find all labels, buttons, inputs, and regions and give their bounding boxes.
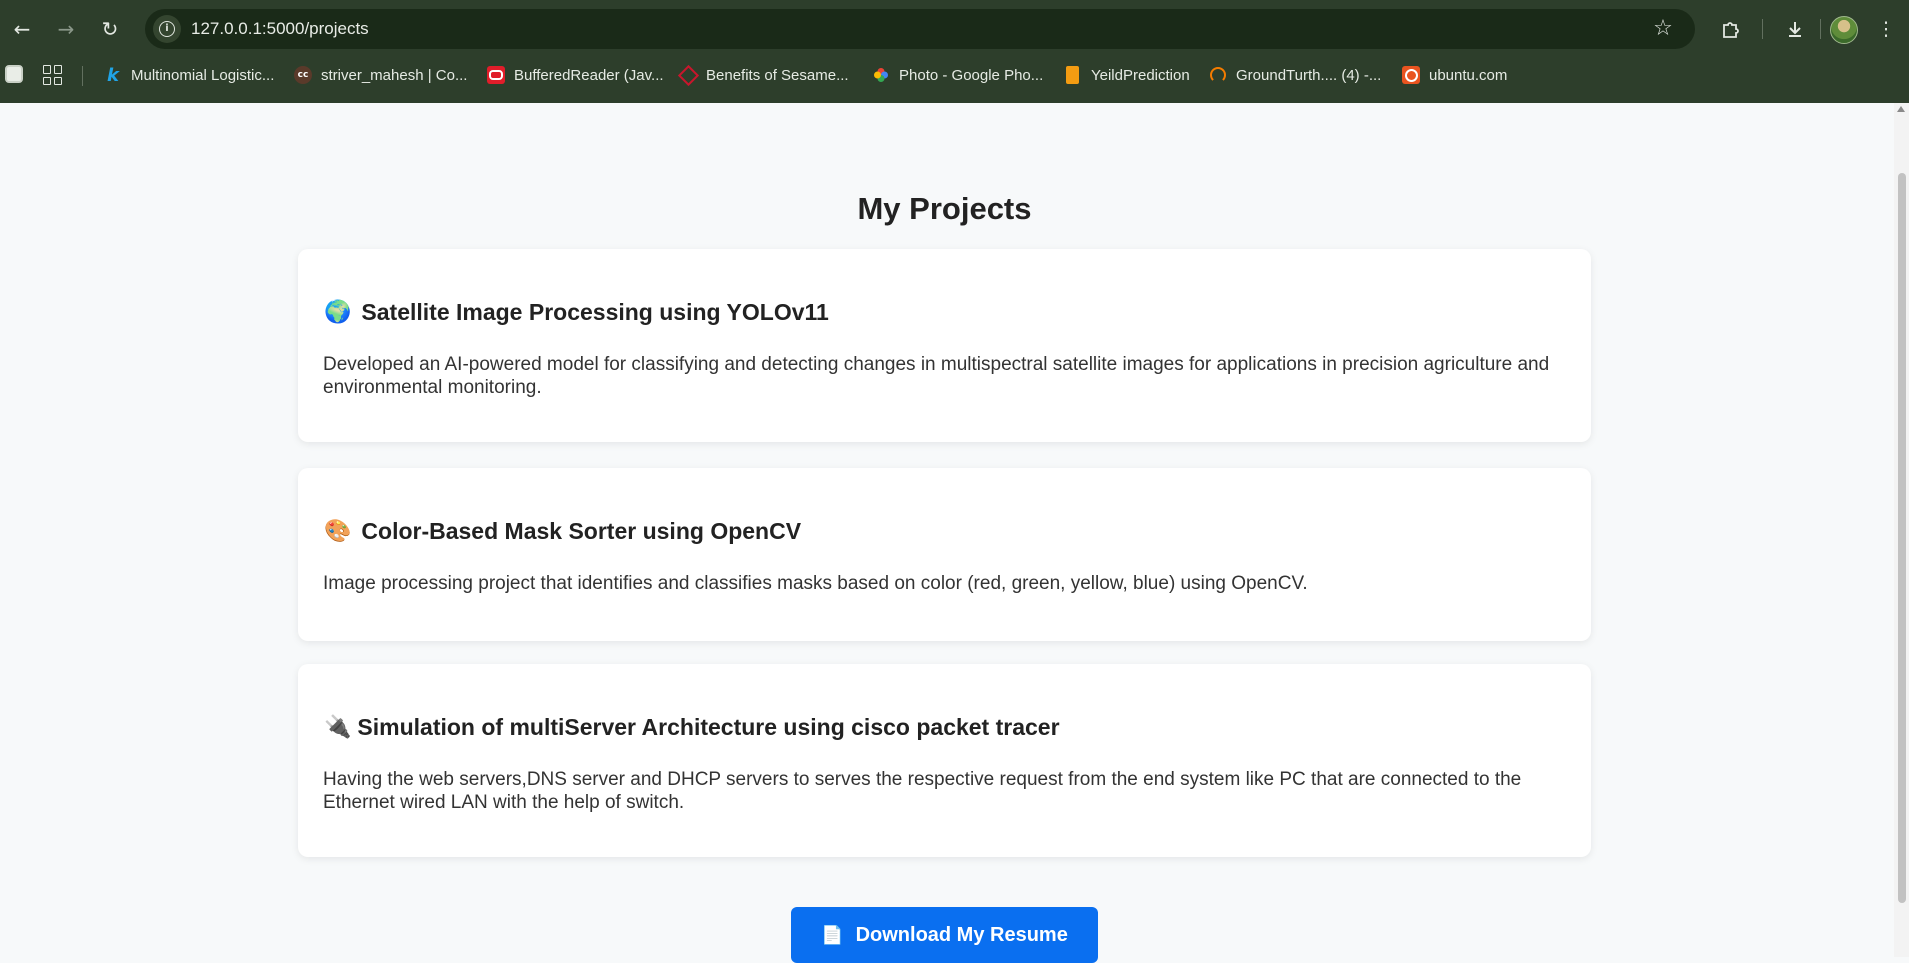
download-resume-label: Download My Resume: [855, 923, 1068, 946]
scrollbar[interactable]: [1894, 103, 1909, 957]
project-card: 🌍 Satellite Image Processing using YOLOv…: [298, 249, 1591, 442]
avatar[interactable]: [1830, 16, 1858, 44]
bookmark-item[interactable]: Benefits of Sesame...: [677, 62, 849, 88]
bookmark-label: Benefits of Sesame...: [706, 66, 849, 84]
diamond-icon: [677, 64, 699, 86]
forward-arrow-icon[interactable]: →: [50, 13, 82, 45]
project-title: 🔌 Simulation of multiServer Architecture…: [324, 714, 1060, 741]
bookmark-label: ubuntu.com: [1429, 66, 1508, 84]
bookmark-item[interactable]: Photo - Google Pho...: [872, 62, 1043, 88]
star-icon[interactable]: ☆: [1649, 15, 1677, 43]
arc-icon: [1209, 66, 1227, 84]
project-title: 🌍 Satellite Image Processing using YOLOv…: [324, 299, 829, 326]
scrollbar-thumb[interactable]: [1898, 173, 1906, 903]
project-description: Developed an AI-powered model for classi…: [323, 354, 1550, 398]
project-description: Having the web servers,DNS server and DH…: [323, 769, 1522, 813]
browser-chrome: ← → ↻ i 127.0.0.1:5000/projects ☆ ⋮ k Mu…: [0, 0, 1909, 103]
address-bar[interactable]: i 127.0.0.1:5000/projects ☆: [145, 9, 1695, 49]
reload-icon[interactable]: ↻: [94, 13, 126, 45]
bookmark-item[interactable]: k Multinomial Logistic...: [104, 62, 274, 88]
bookmark-item[interactable]: GroundTurth.... (4) -...: [1209, 62, 1381, 88]
kebab-menu-icon[interactable]: ⋮: [1870, 13, 1902, 45]
bookmark-item[interactable]: BufferedReader (Jav...: [487, 62, 664, 88]
browser-toolbar: ← → ↻ i 127.0.0.1:5000/projects ☆ ⋮: [0, 0, 1909, 58]
document-icon: 📄: [821, 924, 844, 946]
bookmark-label: BufferedReader (Jav...: [514, 66, 664, 84]
project-card: 🔌 Simulation of multiServer Architecture…: [298, 664, 1591, 857]
project-title-text: Color-Based Mask Sorter using OpenCV: [361, 518, 802, 544]
bookmark-item[interactable]: YeildPrediction: [1064, 62, 1190, 88]
download-resume-button[interactable]: 📄 Download My Resume: [791, 907, 1098, 963]
cc-icon: cc: [294, 66, 312, 84]
bookmark-label: YeildPrediction: [1091, 66, 1190, 84]
info-icon[interactable]: i: [153, 15, 181, 43]
project-title-text: Satellite Image Processing using YOLOv11: [361, 299, 829, 325]
page-content: My Projects 🌍 Satellite Image Processing…: [0, 103, 1894, 963]
back-arrow-icon[interactable]: ←: [6, 13, 38, 45]
plug-icon: 🔌: [324, 715, 352, 740]
page-title: My Projects: [857, 191, 1032, 226]
url-text[interactable]: 127.0.0.1:5000/projects: [191, 9, 369, 49]
ubuntu-icon: [1402, 66, 1420, 84]
bookmark-label: Photo - Google Pho...: [899, 66, 1044, 84]
bookmark-item[interactable]: ubuntu.com: [1402, 62, 1507, 88]
google-photos-icon: [872, 66, 890, 84]
bookmark-label: Multinomial Logistic...: [131, 66, 275, 84]
bookmark-label: GroundTurth.... (4) -...: [1236, 66, 1382, 84]
bookmark-label: striver_mahesh | Co...: [321, 66, 468, 84]
k-icon: k: [107, 64, 119, 86]
book-icon: [1066, 66, 1079, 84]
puzzle-icon[interactable]: [1714, 13, 1746, 45]
bookmark-item[interactable]: cc striver_mahesh | Co...: [294, 62, 467, 88]
project-title: 🎨 Color-Based Mask Sorter using OpenCV: [324, 518, 801, 545]
project-card: 🎨 Color-Based Mask Sorter using OpenCV I…: [298, 468, 1591, 641]
project-title-text: Simulation of multiServer Architecture u…: [357, 714, 1060, 740]
palette-icon: 🎨: [324, 519, 352, 544]
globe-icon: 🌍: [324, 300, 352, 325]
scroll-up-icon[interactable]: [1897, 106, 1905, 112]
project-description: Image processing project that identifies…: [323, 573, 1308, 594]
download-icon[interactable]: [1779, 13, 1811, 45]
oracle-icon: [487, 66, 505, 84]
bookmarks-bar: k Multinomial Logistic... cc striver_mah…: [0, 58, 1909, 92]
